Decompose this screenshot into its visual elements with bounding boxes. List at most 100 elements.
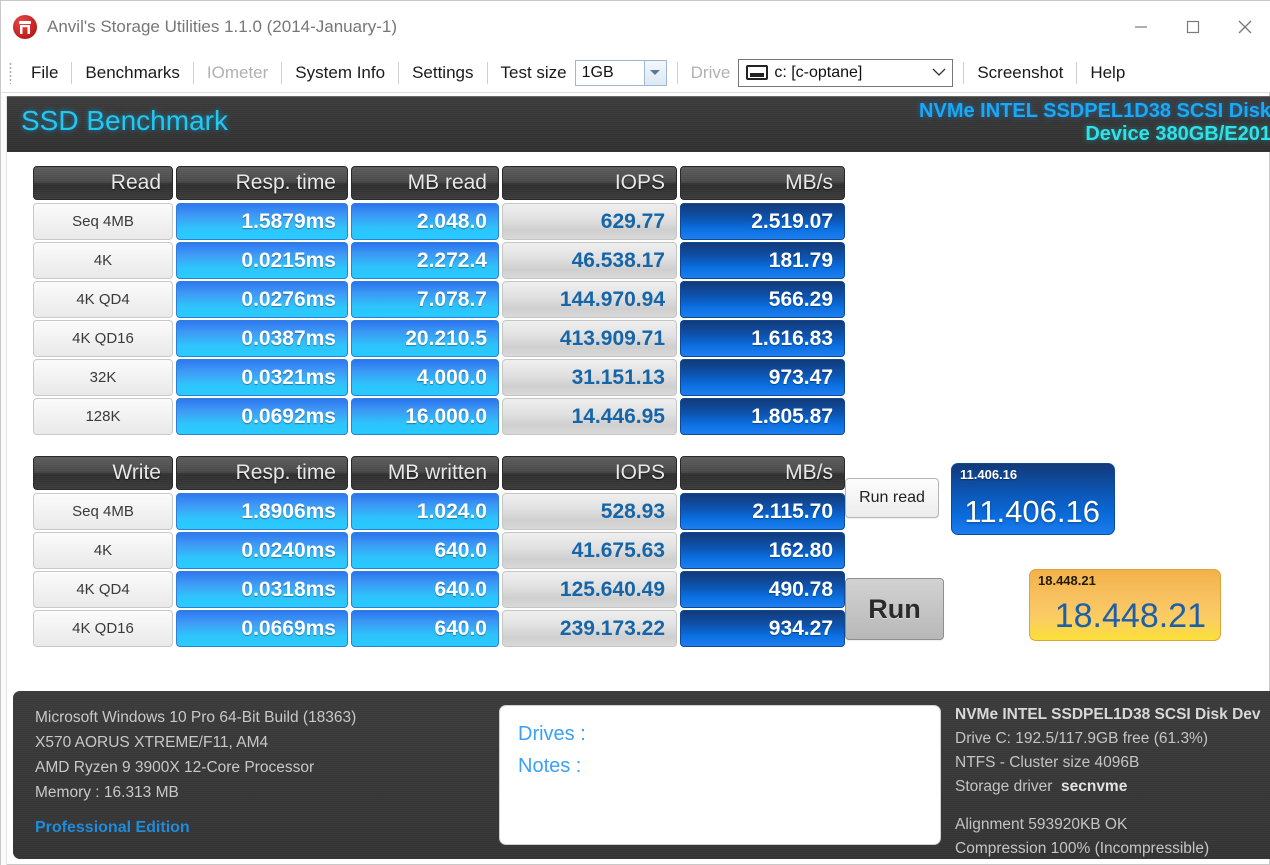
device-name-line1: NVMe INTEL SSDPEL1D38 SCSI Disk: [919, 100, 1270, 122]
row-iops: 31.151.13: [502, 359, 677, 396]
close-icon[interactable]: [1219, 1, 1270, 53]
row-mbs: 1.616.83: [680, 320, 845, 357]
write-results-table: Write Resp. time MB written IOPS MB/s Se…: [33, 456, 848, 649]
drive-icon: [746, 65, 769, 80]
row-resp: 0.0321ms: [176, 359, 348, 396]
row-mb: 640.0: [351, 610, 499, 647]
row-label: Seq 4MB: [33, 203, 173, 240]
row-iops: 46.538.17: [502, 242, 677, 279]
row-label: 32K: [33, 359, 173, 396]
read-results-table: Read Resp. time MB read IOPS MB/s Seq 4M…: [33, 166, 848, 437]
menu-item-screenshot[interactable]: Screenshot: [964, 63, 1076, 83]
menu-item-settings[interactable]: Settings: [399, 63, 486, 83]
write-header-resp: Resp. time: [176, 456, 348, 490]
row-iops: 528.93: [502, 493, 677, 530]
menu-item-file[interactable]: File: [18, 63, 71, 83]
benchmark-area: Read Resp. time MB read IOPS MB/s Seq 4M…: [1, 156, 1270, 765]
row-iops: 41.675.63: [502, 532, 677, 569]
compression-line: Compression 100% (Incompressible): [955, 840, 1210, 857]
table-row: 128K 0.0692ms 16.000.0 14.446.95 1.805.8…: [33, 398, 848, 435]
row-mb: 2.048.0: [351, 203, 499, 240]
row-mbs: 2.115.70: [680, 493, 845, 530]
menu-item-iometer: IOmeter: [206, 62, 269, 82]
row-mb: 640.0: [351, 571, 499, 608]
write-header-mbs: MB/s: [680, 456, 845, 490]
row-label: Seq 4MB: [33, 493, 173, 530]
row-resp: 0.0215ms: [176, 242, 348, 279]
menu-item-system-info[interactable]: System Info: [282, 63, 398, 83]
row-resp: 1.8906ms: [176, 493, 348, 530]
minimize-icon[interactable]: [1115, 1, 1167, 53]
driver-label: Storage driver: [955, 778, 1053, 795]
drive-info-block: NVMe INTEL SSDPEL1D38 SCSI Disk Dev Driv…: [955, 703, 1270, 861]
row-label: 4K QD16: [33, 320, 173, 357]
maximize-icon[interactable]: [1167, 1, 1219, 53]
drive-label: Drive: [690, 62, 731, 82]
row-mb: 20.210.5: [351, 320, 499, 357]
write-header-mb: MB written: [351, 456, 499, 490]
row-resp: 0.0669ms: [176, 610, 348, 647]
row-resp: 0.0692ms: [176, 398, 348, 435]
edition-label: Professional Edition: [35, 819, 190, 836]
benchmark-header-band: SSD Benchmark NVMe INTEL SSDPEL1D38 SCSI…: [7, 96, 1270, 152]
page-title: SSD Benchmark: [21, 105, 228, 136]
row-label: 4K: [33, 532, 173, 569]
title-bar: Anvil's Storage Utilities 1.1.0 (2014-Ja…: [1, 1, 1270, 53]
row-mbs: 162.80: [680, 532, 845, 569]
table-row: 4K 0.0240ms 640.0 41.675.63 162.80: [33, 532, 848, 569]
row-resp: 0.0387ms: [176, 320, 348, 357]
drive-value: c: [c-optane]: [774, 63, 863, 81]
row-label: 4K QD4: [33, 571, 173, 608]
row-mbs: 181.79: [680, 242, 845, 279]
motherboard-line: X570 AORUS XTREME/F11, AM4: [35, 734, 269, 751]
row-mb: 2.272.4: [351, 242, 499, 279]
read-header-mb: MB read: [351, 166, 499, 200]
row-iops: 14.446.95: [502, 398, 677, 435]
test-size-select[interactable]: 1GB: [574, 59, 667, 86]
row-iops: 413.909.71: [502, 320, 677, 357]
row-label: 4K: [33, 242, 173, 279]
row-label: 4K QD16: [33, 610, 173, 647]
read-score-caption: 11.406.16: [960, 467, 1018, 482]
run-button[interactable]: Run: [845, 578, 944, 640]
row-iops: 629.77: [502, 203, 677, 240]
row-mbs: 2.519.07: [680, 203, 845, 240]
menu-bar: File Benchmarks IOmeter System Info Sett…: [1, 53, 1270, 93]
notes-box[interactable]: Drives : Notes :: [499, 705, 941, 845]
row-mb: 1.024.0: [351, 493, 499, 530]
menu-item-help[interactable]: Help: [1077, 63, 1138, 83]
row-resp: 0.0318ms: [176, 571, 348, 608]
drive-select[interactable]: c: [c-optane]: [738, 58, 954, 87]
chevron-down-icon[interactable]: [926, 64, 952, 82]
total-score-caption: 18.448.21: [1038, 573, 1096, 588]
menu-grip-icon: [9, 61, 12, 84]
chevron-down-icon[interactable]: [643, 60, 666, 85]
total-score-box: 18.448.21 18.448.21: [1029, 569, 1221, 641]
write-header-iops: IOPS: [502, 456, 677, 490]
row-label: 4K QD4: [33, 281, 173, 318]
run-read-button[interactable]: Run read: [845, 478, 939, 518]
read-score-value: 11.406.16: [964, 494, 1100, 529]
read-header-iops: IOPS: [502, 166, 677, 200]
drive-driver-line: Storage driver secnvme: [955, 775, 1270, 799]
app-window: Anvil's Storage Utilities 1.1.0 (2014-Ja…: [0, 0, 1270, 865]
notes-label: Notes :: [518, 755, 582, 777]
window-title: Anvil's Storage Utilities 1.1.0 (2014-Ja…: [47, 17, 398, 36]
row-mb: 16.000.0: [351, 398, 499, 435]
row-mbs: 973.47: [680, 359, 845, 396]
table-row: 4K QD4 0.0318ms 640.0 125.640.49 490.78: [33, 571, 848, 608]
anvil-icon: [13, 15, 37, 39]
memory-line: Memory : 16.313 MB: [35, 784, 179, 801]
row-mbs: 1.805.87: [680, 398, 845, 435]
table-row: 4K QD4 0.0276ms 7.078.7 144.970.94 566.2…: [33, 281, 848, 318]
row-label: 128K: [33, 398, 173, 435]
menu-item-benchmarks[interactable]: Benchmarks: [72, 63, 192, 83]
row-iops: 125.640.49: [502, 571, 677, 608]
table-row: 4K QD16 0.0387ms 20.210.5 413.909.71 1.6…: [33, 320, 848, 357]
table-row: Seq 4MB 1.5879ms 2.048.0 629.77 2.519.07: [33, 203, 848, 240]
total-score-value: 18.448.21: [1054, 597, 1206, 635]
test-size-value: 1GB: [581, 63, 614, 81]
cpu-line: AMD Ryzen 9 3900X 12-Core Processor: [35, 759, 315, 776]
row-mb: 7.078.7: [351, 281, 499, 318]
